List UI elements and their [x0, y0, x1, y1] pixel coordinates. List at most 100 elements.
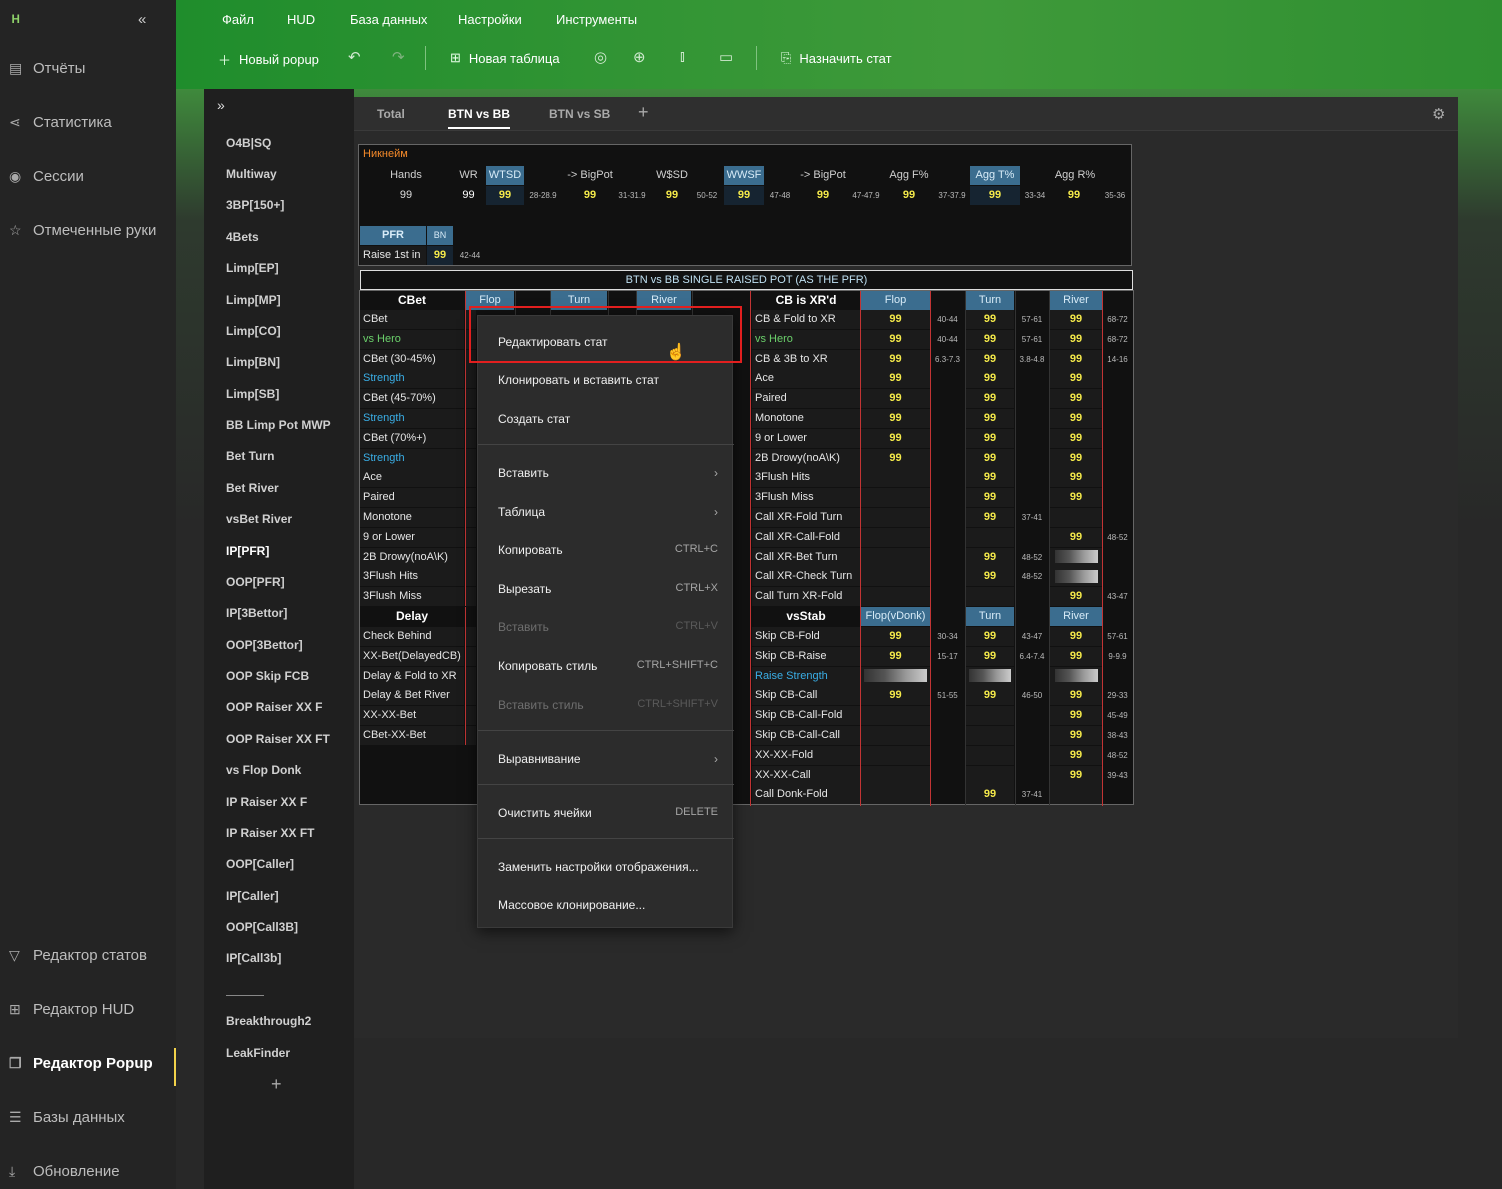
bigpot2-value[interactable]: 99 — [803, 186, 843, 205]
stat-cell[interactable]: 99 — [966, 547, 1014, 567]
stat-cell[interactable]: 99 — [1050, 706, 1102, 726]
stat-row-label[interactable]: Skip CB-Call-Fold — [752, 706, 860, 726]
wsd-value[interactable]: 99 — [654, 186, 690, 205]
stat-row-label[interactable]: Delay & Bet River — [360, 686, 464, 706]
popup-item[interactable]: 4Bets — [226, 230, 259, 244]
stat-row-label[interactable]: Strength — [360, 409, 464, 428]
stat-row-label[interactable]: Monotone — [752, 409, 860, 428]
popup-item[interactable]: Limp[BN] — [226, 355, 280, 369]
bigpot-value[interactable]: 99 — [570, 186, 610, 205]
raise-1st-value[interactable]: 99 — [427, 246, 453, 265]
stat-cell[interactable] — [466, 448, 476, 468]
stat-cell[interactable] — [861, 785, 930, 805]
assign-stat-button[interactable]: ⎘ Назначить стат — [781, 50, 892, 66]
stat-row-label[interactable]: Call Turn XR-Fold — [752, 587, 860, 607]
stat-cell[interactable] — [466, 488, 476, 508]
sidebar-item-hud-editor[interactable]: ⊞ Редактор HUD — [0, 994, 176, 1024]
stat-row-label[interactable]: Call XR-Bet Turn — [752, 547, 860, 567]
stat-row-label[interactable]: Ace — [752, 369, 860, 389]
stat-cell[interactable] — [861, 745, 930, 765]
stat-row-label[interactable]: 2B Drowy(noA\K) — [752, 448, 860, 468]
stat-cell[interactable]: 99 — [1050, 726, 1102, 745]
popup-item[interactable]: OOP Raiser XX FT — [226, 732, 330, 746]
stat-cell[interactable]: 99 — [966, 428, 1014, 448]
sidebar-item-sessions[interactable]: ◉ Сессии — [0, 161, 176, 191]
stat-row-label[interactable]: Call XR-Check Turn — [752, 567, 860, 587]
stat-row-label[interactable]: 9 or Lower — [752, 428, 860, 448]
stat-row-label[interactable]: CBet-XX-Bet — [360, 726, 464, 745]
stat-row-label[interactable]: CB & 3B to XR — [752, 349, 860, 369]
add-tab-icon[interactable]: + — [638, 102, 649, 123]
stat-cell[interactable]: 99 — [966, 785, 1014, 805]
stat-cell[interactable] — [466, 686, 476, 706]
aggt-value[interactable]: 99 — [970, 186, 1020, 205]
stat-row-label[interactable]: Raise Strength — [752, 666, 860, 686]
stat-cell[interactable]: 99 — [1050, 587, 1102, 607]
popup-item[interactable]: BB Limp Pot MWP — [226, 418, 331, 432]
stat-cell[interactable]: 99 — [1050, 448, 1102, 468]
menu-item-copy[interactable]: Копировать CTRL+C — [498, 543, 718, 557]
menu-database[interactable]: База данных — [350, 12, 427, 27]
stat-cell[interactable]: 99 — [966, 349, 1014, 369]
popup-item[interactable]: Limp[EP] — [226, 261, 279, 275]
stat-cell[interactable] — [466, 587, 476, 607]
stat-cell[interactable]: 99 — [966, 646, 1014, 666]
stat-row-label[interactable]: 3Flush Hits — [360, 567, 464, 587]
stat-row-label[interactable]: XX-XX-Bet — [360, 706, 464, 726]
stat-row-label[interactable]: Check Behind — [360, 627, 464, 646]
tab-btn-vs-bb[interactable]: BTN vs BB — [448, 107, 511, 129]
stat-cell[interactable] — [466, 567, 476, 587]
stat-cell[interactable]: 99 — [861, 369, 930, 389]
stat-row-label[interactable]: CB & Fold to XR — [752, 310, 860, 329]
popup-item[interactable]: vsBet River — [226, 512, 292, 526]
stat-cell[interactable] — [466, 428, 476, 448]
sidebar-item-stat-editor[interactable]: ▽ Редактор статов — [0, 940, 176, 970]
stat-cell[interactable]: 99 — [966, 508, 1014, 527]
menu-item-alignment[interactable]: Выравнивание › — [498, 752, 718, 766]
wr-value[interactable]: 99 — [452, 186, 485, 205]
stat-row-label[interactable]: Call XR-Fold Turn — [752, 508, 860, 527]
stat-cell[interactable] — [966, 765, 1014, 785]
stat-cell[interactable]: 99 — [861, 646, 930, 666]
menu-settings[interactable]: Настройки — [458, 12, 522, 27]
popup-item[interactable]: OOP[PFR] — [226, 575, 285, 589]
popup-item[interactable]: OOP[3Bettor] — [226, 638, 303, 652]
menu-item-create-stat[interactable]: Создать стат — [498, 412, 718, 426]
stat-cell[interactable]: 99 — [966, 627, 1014, 646]
menu-hud[interactable]: HUD — [287, 12, 315, 27]
stat-cell[interactable] — [466, 527, 476, 547]
stat-cell[interactable] — [1050, 785, 1102, 805]
popup-item[interactable]: 3BP[150+] — [226, 198, 284, 212]
badge-shape-icon[interactable]: ⊕ — [633, 48, 646, 66]
popup-item[interactable]: Limp[SB] — [226, 387, 279, 401]
stat-cell[interactable] — [466, 706, 476, 726]
popup-item[interactable]: Limp[MP] — [226, 293, 281, 307]
vertical-bar-icon[interactable]: ⫾ — [680, 48, 685, 65]
menu-item-cut[interactable]: Вырезать CTRL+X — [498, 582, 718, 596]
stat-cell[interactable]: 99 — [1050, 428, 1102, 448]
stat-cell[interactable] — [466, 666, 476, 686]
stat-cell[interactable]: 99 — [1050, 349, 1102, 369]
popup-item[interactable]: Limp[CO] — [226, 324, 281, 338]
sidebar-item-update[interactable]: ⤓ Обновление — [0, 1156, 176, 1186]
popup-item[interactable]: vs Flop Donk — [226, 763, 301, 777]
stat-row-label[interactable]: vs Hero — [752, 329, 860, 349]
stat-row-label[interactable]: Call XR-Call-Fold — [752, 527, 860, 547]
stat-cell[interactable] — [861, 508, 930, 527]
stat-cell[interactable]: 99 — [1050, 310, 1102, 329]
menu-item-insert-submenu[interactable]: Вставить › — [498, 466, 718, 480]
stat-cell[interactable]: 99 — [1050, 627, 1102, 646]
stat-row-label[interactable]: CBet — [360, 310, 464, 329]
stat-row-label[interactable]: XX-Bet(DelayedCB) — [360, 646, 464, 666]
stat-row-label[interactable]: Skip CB-Call — [752, 686, 860, 706]
popup-item[interactable]: OOP Raiser XX F — [226, 700, 323, 714]
stat-cell[interactable]: 99 — [1050, 745, 1102, 765]
popup-item[interactable]: Multiway — [226, 167, 277, 181]
stat-row-label[interactable]: Paired — [360, 488, 464, 508]
popup-item[interactable]: Bet River — [226, 481, 279, 495]
wwsf-value[interactable]: 99 — [724, 186, 764, 205]
sidebar-item-marked-hands[interactable]: ☆ Отмеченные руки — [0, 215, 176, 245]
stat-cell[interactable] — [861, 765, 930, 785]
stat-cell[interactable] — [861, 706, 930, 726]
stat-row-label[interactable]: 2B Drowy(noA\K) — [360, 547, 464, 567]
